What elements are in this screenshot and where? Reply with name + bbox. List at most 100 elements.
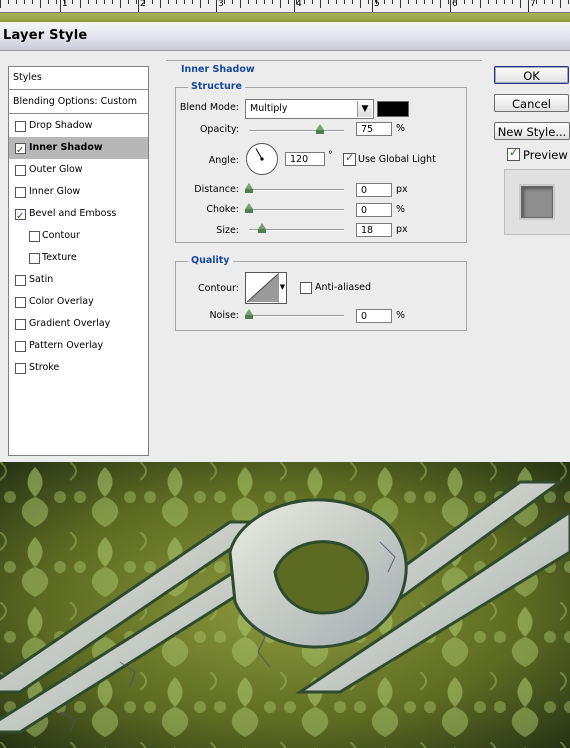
distance-input[interactable]: 0 [356,183,392,197]
style-checkbox[interactable] [15,341,26,352]
style-item-satin[interactable]: Satin [9,269,148,291]
style-checkbox[interactable] [15,187,26,198]
blending-options-item[interactable]: Blending Options: Custom [9,91,148,113]
ruler-tick [200,0,201,8]
size-unit: px [396,224,408,235]
ruler: 1 2 3 4 5 6 7 [0,0,570,22]
style-item-contour[interactable]: Contour [9,225,148,247]
ruler-tick [304,0,305,4]
ok-button[interactable]: OK [494,66,569,84]
size-label: Size: [216,225,239,236]
angle-input[interactable]: 120 [285,152,325,166]
angle-unit: ° [328,150,333,161]
checkmark-icon: ✓ [509,146,519,159]
style-item-gradient-overlay[interactable]: Gradient Overlay [9,313,148,335]
style-checkbox[interactable] [15,165,26,176]
style-item-label: Contour [42,230,80,241]
size-input[interactable]: 18 [356,223,392,237]
style-item-stroke[interactable]: Stroke [9,357,148,379]
divider [9,113,148,114]
style-item-outer-glow[interactable]: Outer Glow [9,159,148,181]
ruler-tick [392,0,393,4]
style-item-drop-shadow[interactable]: Drop Shadow [9,115,148,137]
distance-slider-track[interactable] [249,189,344,191]
ruler-tick [328,0,329,4]
preview-label[interactable]: Preview [523,148,568,162]
choke-slider-track[interactable] [249,209,344,211]
chevron-down-icon[interactable]: ▼ [278,273,286,303]
size-slider-thumb[interactable] [258,223,266,233]
ruler-major-tick [216,0,217,12]
ruler-tick [72,0,73,4]
artwork-image [0,462,570,748]
ruler-tick [312,0,313,4]
ruler-tick [232,0,233,4]
style-item-bevel-and-emboss[interactable]: Bevel and Emboss [9,203,148,228]
angle-dial[interactable] [245,142,279,176]
angle-dial-icon[interactable] [245,142,279,176]
opacity-slider-track[interactable] [249,130,344,132]
preview-checkbox[interactable]: ✓ [507,146,520,161]
style-checkbox[interactable] [29,253,40,264]
style-checkbox[interactable] [15,319,26,330]
ruler-major-tick [138,0,139,12]
style-item-label: Bevel and Emboss [29,208,117,219]
opacity-slider-thumb[interactable] [316,124,325,134]
ruler-tick [160,0,161,8]
checkmark-icon: ✓ [345,151,355,164]
style-checkbox[interactable] [15,121,26,132]
style-checkbox[interactable] [15,206,26,228]
style-item-label: Color Overlay [29,296,94,307]
noise-slider-track[interactable] [249,315,344,317]
styles-header[interactable]: Styles [9,67,148,89]
style-checkbox[interactable] [15,140,26,162]
new-style-button[interactable]: New Style... [494,122,570,140]
ruler-tick [256,0,257,4]
anti-aliased-label[interactable]: Anti-aliased [315,282,371,293]
ruler-tick [480,0,481,8]
style-checkbox[interactable] [29,231,40,242]
distance-slider-thumb[interactable] [245,183,253,193]
ruler-tick [384,0,385,4]
blending-options-label: Blending Options: Custom [13,96,138,107]
style-checkbox[interactable] [15,275,26,286]
style-item-inner-glow[interactable]: Inner Glow [9,181,148,203]
choke-unit: % [396,204,406,215]
ruler-tick [208,0,209,4]
contour-picker[interactable]: ▼ [245,272,287,304]
ruler-tick [40,0,41,8]
style-item-color-overlay[interactable]: Color Overlay [9,291,148,313]
use-global-light-label[interactable]: Use Global Light [358,154,436,165]
ruler-tick [320,0,321,8]
blend-mode-select[interactable]: Multiply ▼ [245,99,374,119]
ruler-tick [280,0,281,8]
ruler-tick [360,0,361,8]
opacity-input[interactable]: 75 [356,122,392,136]
style-item-label: Drop Shadow [29,120,93,131]
style-item-label: Pattern Overlay [29,340,104,351]
chevron-down-icon[interactable]: ▼ [357,101,372,117]
anti-aliased-checkbox[interactable] [300,282,312,294]
ruler-tick [32,0,33,4]
style-checkbox[interactable] [15,363,26,374]
style-checkbox[interactable] [15,297,26,308]
ruler-tick [368,0,369,4]
style-item-pattern-overlay[interactable]: Pattern Overlay [9,335,148,357]
noise-input[interactable]: 0 [356,309,392,323]
noise-slider-thumb[interactable] [245,309,253,319]
cancel-button[interactable]: Cancel [494,94,569,112]
style-item-inner-shadow[interactable]: Inner Shadow [9,137,148,162]
ruler-tick [432,0,433,4]
use-global-light-checkbox[interactable]: ✓ [343,151,356,166]
ruler-tick [520,0,521,8]
shadow-color-swatch[interactable] [377,101,409,117]
title-bar[interactable]: Layer Style [0,22,570,51]
style-item-label: Texture [42,252,77,263]
ruler-tick [288,0,289,4]
ruler-tick [552,0,553,4]
choke-slider-thumb[interactable] [245,203,253,213]
ruler-tick [488,0,489,4]
style-item-texture[interactable]: Texture [9,247,148,269]
choke-input[interactable]: 0 [356,203,392,217]
ruler-major-tick [294,0,295,12]
